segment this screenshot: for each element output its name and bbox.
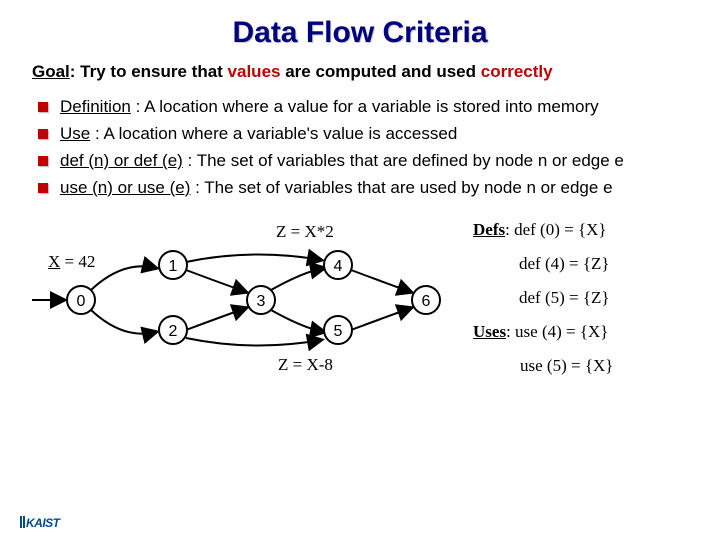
bullet-list: Definition : A location where a value fo… [28,96,692,200]
kaist-logo: KAIST [20,516,60,530]
flow-diagram: 0 1 2 3 4 5 6 X = 42 Z = X*2 Z = X-8 Def… [28,210,688,420]
annotation-x42: X = 42 [48,252,95,272]
graph-node-3: 3 [246,285,276,315]
list-item: def (n) or def (e) : The set of variable… [36,150,692,173]
goal-label: Goal [32,62,70,81]
graph-node-5: 5 [323,315,353,345]
list-item: Use : A location where a variable's valu… [36,123,692,146]
goal-line: Goal: Try to ensure that values are comp… [32,62,692,82]
list-item: use (n) or use (e) : The set of variable… [36,177,692,200]
list-item: Definition : A location where a value fo… [36,96,692,119]
slide-title: Data Flow Criteria [28,16,692,50]
graph-edges [28,210,688,420]
annotation-zx2: Z = X*2 [276,222,334,242]
graph-node-4: 4 [323,250,353,280]
graph-node-2: 2 [158,315,188,345]
graph-node-0: 0 [66,285,96,315]
annotation-zx8: Z = X-8 [278,355,333,375]
graph-node-1: 1 [158,250,188,280]
graph-node-6: 6 [411,285,441,315]
